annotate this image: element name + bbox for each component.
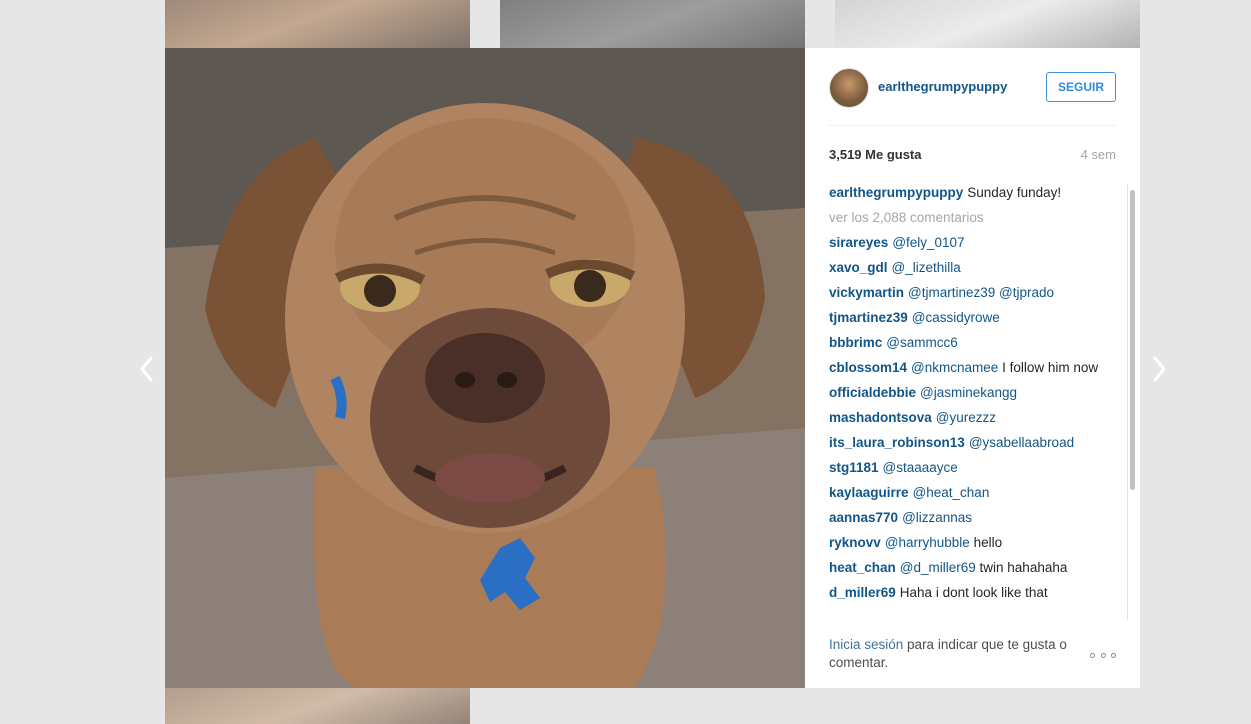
comment-row: cblossom14 @nkmcnamee I follow him now [829, 359, 1099, 377]
comments-scrollbar[interactable] [1127, 184, 1136, 620]
comment-row: xavo_gdl @_lizethilla [829, 259, 1099, 277]
comment-row: kaylaaguirre @heat_chan [829, 484, 1099, 502]
comment-mention[interactable]: @heat_chan [913, 485, 990, 500]
more-options-icon [1111, 652, 1116, 658]
more-options-icon [1090, 652, 1095, 658]
comment-row: d_miller69 Haha i dont look like that [829, 584, 1099, 602]
comment-username[interactable]: xavo_gdl [829, 260, 888, 275]
comment-row: stg1181 @staaaayce [829, 459, 1099, 477]
login-link[interactable]: Inicia sesión [829, 637, 903, 652]
avatar[interactable] [829, 68, 869, 108]
more-options-button[interactable] [1090, 649, 1116, 661]
view-all-comments-link[interactable]: ver los 2,088 comentarios [829, 209, 1099, 227]
comment-row: aannas770 @lizzannas [829, 509, 1099, 527]
follow-button[interactable]: SEGUIR [1045, 72, 1116, 102]
comment-username[interactable]: cblossom14 [829, 360, 907, 375]
login-prompt: Inicia sesión para indicar que te gusta … [829, 636, 1084, 672]
comment-row: vickymartin @tjmartinez39 @tjprado [829, 284, 1099, 302]
comment-username[interactable]: its_laura_robinson13 [829, 435, 965, 450]
post-modal: earlthegrumpypuppy SEGUIR 3,519 Me gusta… [165, 48, 1140, 688]
comment-row: its_laura_robinson13 @ysabellaabroad [829, 434, 1099, 452]
comment-username[interactable]: officialdebbie [829, 385, 916, 400]
comment-username[interactable]: aannas770 [829, 510, 898, 525]
comment-mention[interactable]: @tjmartinez39 @tjprado [908, 285, 1054, 300]
comment-row: heat_chan @d_miller69 twin hahahaha [829, 559, 1099, 577]
grid-thumbnail[interactable] [165, 688, 470, 724]
comment-mention[interactable]: @sammcc6 [886, 335, 957, 350]
comment-username[interactable]: vickymartin [829, 285, 904, 300]
next-post-button[interactable] [1148, 352, 1172, 386]
comment-mention[interactable]: @fely_0107 [892, 235, 964, 250]
post-age[interactable]: 4 sem [1081, 147, 1116, 165]
previous-post-button[interactable] [134, 352, 158, 386]
comment-row: tjmartinez39 @cassidyrowe [829, 309, 1099, 327]
caption-username[interactable]: earlthegrumpypuppy [829, 185, 963, 200]
comment-mention[interactable]: @jasminekangg [920, 385, 1017, 400]
comment-text: twin hahahaha [979, 560, 1068, 575]
comment-username[interactable]: sirareyes [829, 235, 888, 250]
likes-count: 3,519 Me gusta [829, 147, 922, 162]
comment-username[interactable]: tjmartinez39 [829, 310, 908, 325]
comments-list[interactable]: earlthegrumpypuppy Sunday funday! ver los… [829, 184, 1099, 620]
scrollbar-thumb[interactable] [1130, 190, 1135, 490]
caption-text: Sunday funday! [967, 185, 1062, 200]
post-sidebar: earlthegrumpypuppy SEGUIR 3,519 Me gusta… [805, 48, 1140, 688]
comment-mention[interactable]: @ysabellaabroad [969, 435, 1074, 450]
puppy-photo-illustration [165, 48, 805, 688]
comment-mention[interactable]: @_lizethilla [892, 260, 961, 275]
more-options-icon [1100, 652, 1106, 658]
chevron-left-icon [140, 356, 153, 382]
comment-row: ryknovv @harryhubble hello [829, 534, 1099, 552]
comment-text: Haha i dont look like that [899, 585, 1048, 600]
comment-username[interactable]: ryknovv [829, 535, 881, 550]
comment-username[interactable]: kaylaaguirre [829, 485, 909, 500]
comment-row: sirareyes @fely_0107 [829, 234, 1099, 252]
comment-username[interactable]: d_miller69 [829, 585, 896, 600]
comment-mention[interactable]: @cassidyrowe [912, 310, 1000, 325]
caption: earlthegrumpypuppy Sunday funday! [829, 184, 1099, 202]
comment-mention[interactable]: @yurezzz [936, 410, 996, 425]
post-footer: Inicia sesión para indicar que te gusta … [829, 621, 1116, 688]
comment-row: bbbrimc @sammcc6 [829, 334, 1099, 352]
comment-mention[interactable]: @lizzannas [902, 510, 972, 525]
comment-username[interactable]: heat_chan [829, 560, 896, 575]
post-stats: 3,519 Me gusta 4 sem [829, 147, 1116, 165]
comment-username[interactable]: mashadontsova [829, 410, 932, 425]
comment-mention[interactable]: @staaaayce [883, 460, 958, 475]
comment-mention[interactable]: @nkmcnamee [911, 360, 998, 375]
comment-mention[interactable]: @harryhubble [885, 535, 970, 550]
chevron-right-icon [1153, 356, 1166, 382]
author-username[interactable]: earlthegrumpypuppy [878, 79, 1007, 94]
comment-username[interactable]: bbbrimc [829, 335, 882, 350]
post-photo[interactable] [165, 48, 805, 688]
grid-thumbnail[interactable] [500, 0, 805, 48]
comment-text: I follow him now [1002, 360, 1099, 375]
grid-thumbnail[interactable] [165, 0, 470, 48]
comment-row: mashadontsova @yurezzz [829, 409, 1099, 427]
comment-username[interactable]: stg1181 [829, 460, 879, 475]
comment-row: officialdebbie @jasminekangg [829, 384, 1099, 402]
grid-thumbnail[interactable] [835, 0, 1140, 48]
post-header: earlthegrumpypuppy SEGUIR [829, 68, 1116, 126]
comment-mention[interactable]: @d_miller69 [900, 560, 976, 575]
comment-text: hello [973, 535, 1003, 550]
